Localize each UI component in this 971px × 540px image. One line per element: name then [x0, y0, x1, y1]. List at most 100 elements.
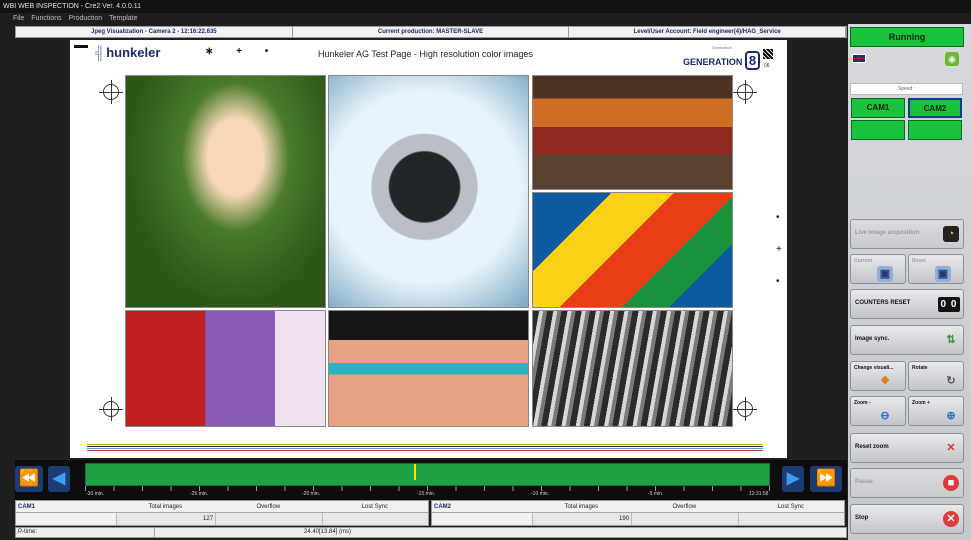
sync-icon: ⇅ [946, 334, 956, 346]
window-title-bar: WBI WEB INSPECTION - Cre2 Ver. 4.0.0.11 [0, 0, 971, 13]
stop-icon: ✕ [943, 511, 959, 527]
photo-woman-face [125, 75, 326, 308]
hunkeler-logo: ╣ hunkeler [95, 45, 160, 60]
generation-logo: GENERATION 8 [683, 51, 761, 70]
registration-mark-icon [733, 80, 757, 104]
timeline-label: -5 min. [648, 491, 664, 497]
production-info: Current production: MASTER-SLAVE [293, 27, 570, 37]
uk-flag-icon[interactable] [852, 54, 866, 63]
logo-mark-icon: ╣ [95, 45, 105, 60]
reset-zoom-label: Reset zoom [855, 444, 889, 450]
image-sync-button[interactable]: Image sync. ⇅ [850, 325, 964, 355]
timeline-label: 12:31:58 [749, 491, 769, 497]
side-dot-mark: • [776, 276, 780, 287]
reset-zoom-button[interactable]: Reset zoom ✕ [850, 433, 964, 463]
visualization-info: Jpeg Visualization - Camera 2 - 12:16:22… [16, 27, 293, 37]
photo-parrot-feathers [532, 192, 733, 308]
reset-zoom-icon: ✕ [946, 442, 956, 454]
cam1-lostsync-label: Lost Sync [361, 504, 388, 510]
rewind-fast-button[interactable]: ⏪ [15, 466, 43, 492]
cam2-button[interactable]: CAM2 [908, 98, 962, 118]
reset-image-button[interactable]: Reset ▣ [908, 254, 964, 284]
status-badge: Running [850, 27, 964, 47]
menu-bar: File Functions Production Template [0, 13, 971, 24]
color-bar [87, 444, 763, 445]
stop-label: Stop [855, 515, 869, 521]
reset-label: Reset [912, 258, 926, 264]
cam1-overflow-value [215, 513, 322, 525]
info-bar: Jpeg Visualization - Camera 2 - 12:16:22… [15, 26, 847, 38]
counters-reset-button[interactable]: COUNTERS RESET 0 0 [850, 289, 964, 319]
qr-code-icon [763, 49, 773, 59]
side-dot-mark: • [776, 212, 780, 223]
image-icon: ▣ [877, 266, 893, 282]
counter-display: 0 0 [938, 297, 960, 312]
visualization-icon: ❖ [880, 375, 890, 387]
pause-button[interactable]: Pause ■ [850, 468, 964, 498]
forward-fast-button[interactable]: ⏩ [810, 466, 842, 492]
speedometer-icon: ◔ [943, 226, 959, 242]
cam2-stats: CAM2 Total images Overflow Lost Sync 190 [431, 500, 845, 526]
step-forward-button[interactable]: ▶ [782, 466, 804, 492]
cam2-total-label: Total images [564, 504, 599, 510]
cam1-button[interactable]: CAM1 [851, 98, 905, 118]
menu-functions[interactable]: Functions [31, 13, 61, 24]
timeline-label: -20 min. [302, 491, 321, 497]
registration-mark-icon [99, 80, 123, 104]
cam2-lostsync-label: Lost Sync [777, 504, 804, 510]
speed-display: Speed : [850, 83, 963, 95]
cam2-lostsync-value [737, 513, 844, 525]
current-image-button[interactable]: Current ▣ [850, 254, 906, 284]
photo-spices [532, 75, 733, 190]
cam1-lostsync-value [321, 513, 428, 525]
mini-marks: ∗ + • [205, 46, 279, 57]
ptime-value: 24.40[13.84] (ms) [304, 529, 352, 535]
step-back-button[interactable]: ◀ [48, 466, 70, 492]
cam2-total-value: 190 [531, 513, 632, 525]
test-page-title: Hunkeler AG Test Page - High resolution … [318, 49, 533, 59]
cam2-sub-button[interactable] [908, 120, 962, 140]
stop-button[interactable]: Stop ✕ [850, 504, 964, 534]
pause-icon: ■ [943, 475, 959, 491]
zoom-in-button[interactable]: Zoom + ⊕ [908, 396, 964, 426]
side-plus-mark: + [776, 244, 782, 255]
photo-watch-splash [328, 75, 529, 308]
registration-mark-icon [733, 397, 757, 421]
ptime-divider [154, 528, 155, 537]
rss-icon[interactable]: ◉ [945, 52, 959, 66]
page-code: 06 [764, 63, 770, 69]
logo-text: hunkeler [106, 45, 161, 60]
generation-text: GENERATION [683, 57, 743, 67]
live-image-acquisition-button[interactable]: Live image acquisition ◔ [850, 219, 964, 249]
ptime-label: P-time: [18, 529, 38, 535]
menu-production[interactable]: Production [69, 13, 102, 24]
cam1-sub-button[interactable] [851, 120, 905, 140]
pause-label: Pause [855, 479, 873, 485]
color-bar [87, 450, 763, 451]
image-sync-label: Image sync. [855, 336, 890, 342]
timeline-label: -10 min. [531, 491, 550, 497]
cam1-total-label: Total images [148, 504, 183, 510]
color-bar [87, 446, 763, 447]
zoom-out-icon: ⊖ [880, 410, 890, 422]
menu-file[interactable]: File [13, 13, 24, 24]
cam1-stats-name: CAM1 [18, 504, 36, 510]
timeline-track[interactable] [85, 463, 770, 486]
counters-reset-label: COUNTERS RESET [855, 300, 911, 306]
cam2-overflow-label: Overflow [672, 504, 697, 510]
rotate-button[interactable]: Rotate ↻ [908, 361, 964, 391]
timeline-label: -15 min. [417, 491, 436, 497]
zoom-out-button[interactable]: Zoom - ⊖ [850, 396, 906, 426]
cam2-stats-name: CAM2 [434, 504, 452, 510]
rotate-icon: ↻ [946, 375, 956, 387]
zoom-minus-label: Zoom - [854, 400, 871, 406]
photo-venetian-masks [125, 310, 326, 427]
menu-template[interactable]: Template [109, 13, 137, 24]
image-reset-icon: ▣ [935, 266, 951, 282]
generation-number: 8 [744, 51, 761, 70]
generation-brand: Generation [712, 45, 732, 50]
timeline-cursor[interactable] [413, 464, 416, 480]
live-image-label: Live image acquisition [855, 230, 920, 236]
change-visualization-button[interactable]: Change visuali... ❖ [850, 361, 906, 391]
processing-time-bar: P-time: 24.40[13.84] (ms) [15, 527, 847, 538]
